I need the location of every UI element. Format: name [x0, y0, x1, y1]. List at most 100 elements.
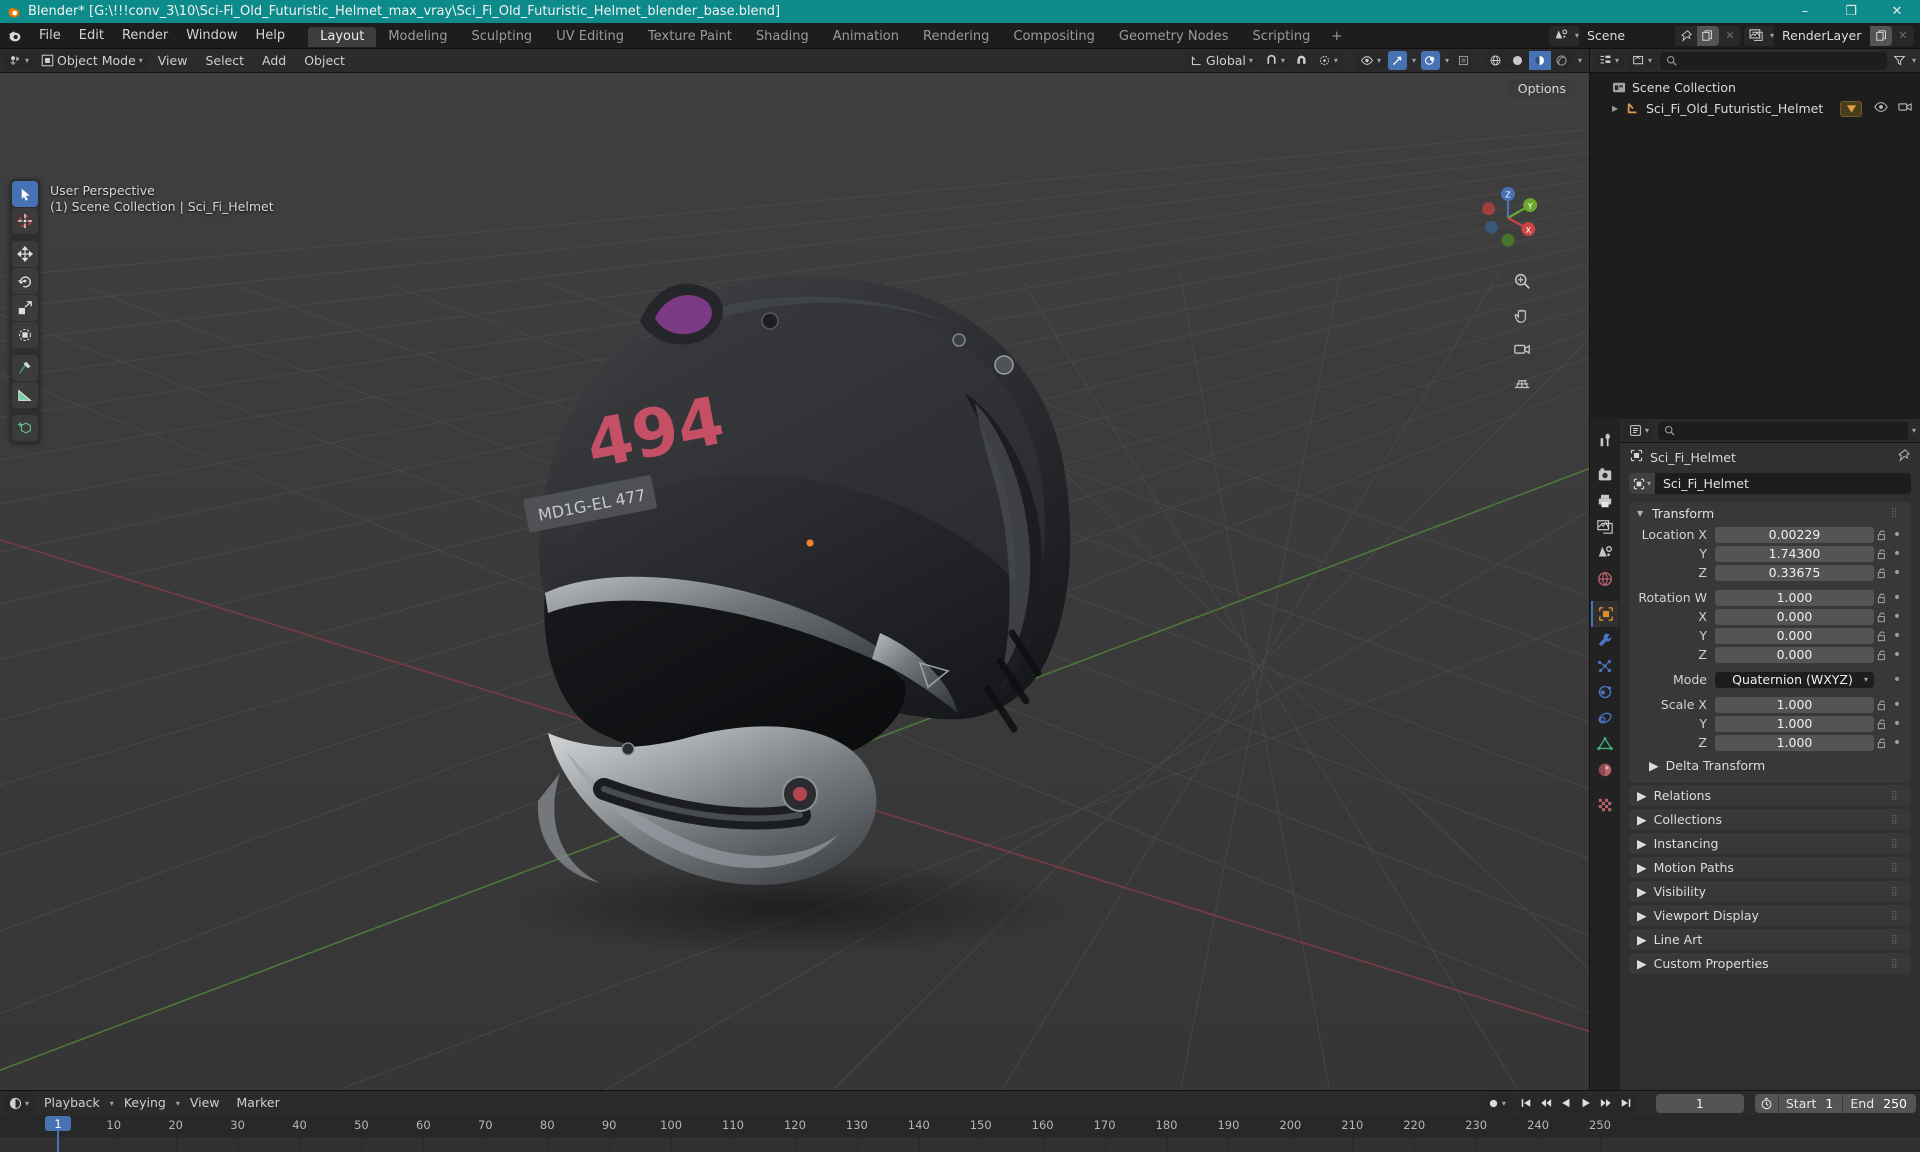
properties-search-input[interactable]: [1658, 421, 1908, 440]
tab-animation[interactable]: Animation: [821, 27, 911, 47]
tab-texture-paint[interactable]: Texture Paint: [636, 27, 744, 47]
animate-dot-icon[interactable]: •: [1891, 629, 1903, 643]
add-workspace-button[interactable]: +: [1322, 27, 1351, 47]
outliner-search-input[interactable]: [1660, 51, 1887, 70]
timeline-menu-view[interactable]: View: [183, 1091, 227, 1115]
drag-handle-icon[interactable]: ⣿: [1891, 887, 1903, 896]
timeline-menu-playback[interactable]: Playback: [37, 1091, 107, 1115]
location-y-value[interactable]: 1.74300: [1715, 545, 1874, 562]
rotation-z-value[interactable]: 0.000: [1715, 646, 1874, 663]
animate-dot-icon[interactable]: •: [1891, 717, 1903, 731]
properties-tab-scene[interactable]: [1591, 540, 1619, 566]
scene-name[interactable]: Scene: [1578, 25, 1675, 46]
playhead-marker[interactable]: 1: [45, 1116, 71, 1131]
stopwatch-icon[interactable]: [1755, 1097, 1778, 1110]
shading-solid-button[interactable]: [1507, 51, 1529, 70]
transform-orientation-selector[interactable]: Global ▾: [1185, 51, 1258, 70]
tab-layout[interactable]: Layout: [308, 27, 377, 47]
tab-shading[interactable]: Shading: [744, 27, 821, 47]
animate-dot-icon[interactable]: •: [1891, 648, 1903, 662]
scale-tool-button[interactable]: [12, 295, 38, 321]
tab-uv-editing[interactable]: UV Editing: [544, 27, 636, 47]
lock-icon[interactable]: [1874, 611, 1891, 623]
tab-compositing[interactable]: Compositing: [1001, 27, 1107, 47]
scene-pin-icon[interactable]: [1675, 26, 1697, 46]
start-frame-value[interactable]: 1: [1823, 1096, 1842, 1111]
viewport-options-button[interactable]: Options: [1508, 79, 1575, 98]
rotate-tool-button[interactable]: [12, 268, 38, 294]
properties-tab-modifiers[interactable]: [1591, 627, 1619, 653]
minimize-button[interactable]: –: [1782, 0, 1828, 23]
tab-sculpting[interactable]: Sculpting: [459, 27, 544, 47]
eye-icon[interactable]: [1874, 101, 1888, 116]
show-gizmo-dropdown[interactable]: ▾: [1354, 51, 1386, 70]
rotation-y-value[interactable]: 0.000: [1715, 627, 1874, 644]
viewport-canvas[interactable]: 494 MD1G-EL 477 User Perspective (1) Sce…: [0, 73, 1589, 1090]
tweak-tool-button[interactable]: [12, 181, 38, 207]
next-keyframe-icon[interactable]: [1596, 1094, 1616, 1113]
snap-toggle[interactable]: ▾: [1259, 51, 1290, 70]
zoom-nav-icon[interactable]: [1509, 268, 1534, 293]
panel-collections[interactable]: ▶ Collections ⣿: [1629, 809, 1911, 830]
scale-x-value[interactable]: 1.000: [1715, 696, 1874, 713]
menu-render[interactable]: Render: [113, 23, 177, 49]
transform-tool-button[interactable]: [12, 322, 38, 348]
scene-selector[interactable]: ▾ Scene ✕: [1548, 25, 1741, 46]
view-layer-new-icon[interactable]: [1870, 25, 1892, 46]
navigation-gizmo[interactable]: Z Y X: [1471, 181, 1545, 255]
auto-keying-toggle[interactable]: ▾: [1480, 1093, 1513, 1113]
location-z-value[interactable]: 0.33675: [1715, 564, 1874, 581]
outliner-editor-type-icon[interactable]: ▾: [1594, 51, 1625, 70]
jump-start-icon[interactable]: [1516, 1094, 1536, 1113]
jump-end-icon[interactable]: [1616, 1094, 1636, 1113]
properties-tab-output[interactable]: [1591, 488, 1619, 514]
annotate-tool-button[interactable]: [12, 355, 38, 381]
panel-relations[interactable]: ▶ Relations ⣿: [1629, 785, 1911, 806]
drag-handle-icon[interactable]: ⣿: [1891, 791, 1903, 800]
panel-line-art[interactable]: ▶ Line Art ⣿: [1629, 929, 1911, 950]
editor-type-icon[interactable]: ▾: [4, 51, 35, 70]
scene-unlink-icon[interactable]: ✕: [1719, 26, 1741, 46]
properties-tab-constraints[interactable]: [1591, 705, 1619, 731]
pin-icon[interactable]: [1897, 449, 1911, 465]
add-cube-tool-button[interactable]: [12, 415, 38, 441]
animate-dot-icon[interactable]: •: [1891, 736, 1903, 750]
drag-handle-icon[interactable]: ⣿: [1891, 509, 1903, 518]
maximize-button[interactable]: ❐: [1828, 0, 1874, 23]
interaction-mode-selector[interactable]: Object Mode ▾: [36, 51, 148, 70]
lock-icon[interactable]: [1874, 592, 1891, 604]
animate-dot-icon[interactable]: •: [1891, 610, 1903, 624]
cone-icon[interactable]: [1840, 100, 1862, 117]
current-frame-field[interactable]: 1: [1655, 1093, 1744, 1113]
panel-viewport-display[interactable]: ▶ Viewport Display ⣿: [1629, 905, 1911, 926]
overlays-icon[interactable]: [1420, 51, 1440, 70]
drag-handle-icon[interactable]: ⣿: [1891, 911, 1903, 920]
shading-wireframe-button[interactable]: [1485, 51, 1507, 70]
ortho-persp-nav-icon[interactable]: [1509, 370, 1534, 395]
properties-options-caret[interactable]: ▾: [1912, 426, 1916, 435]
timeline-track[interactable]: [0, 1137, 1920, 1152]
view-layer-unlink-icon[interactable]: ✕: [1892, 26, 1914, 46]
animate-dot-icon[interactable]: •: [1891, 698, 1903, 712]
shading-material-preview-button[interactable]: [1528, 51, 1551, 70]
properties-tab-texture[interactable]: [1591, 792, 1619, 818]
move-tool-button[interactable]: [12, 241, 38, 267]
gizmo-icon[interactable]: [1387, 51, 1407, 70]
viewport-menu-object[interactable]: Object: [296, 49, 353, 73]
outliner-row-scene-collection[interactable]: Scene Collection: [1590, 77, 1920, 98]
animate-dot-icon[interactable]: •: [1891, 566, 1903, 580]
shading-rendered-button[interactable]: [1551, 51, 1573, 70]
proportional-edit-toggle[interactable]: ▾: [1312, 51, 1343, 70]
lock-icon[interactable]: [1874, 699, 1891, 711]
drag-handle-icon[interactable]: ⣿: [1891, 863, 1903, 872]
viewport-menu-select[interactable]: Select: [197, 49, 252, 73]
outliner-display-mode[interactable]: ▾: [1627, 51, 1658, 70]
object-expander[interactable]: ▶: [1612, 104, 1626, 113]
tab-rendering[interactable]: Rendering: [911, 27, 1001, 47]
tab-modeling[interactable]: Modeling: [376, 27, 459, 47]
animate-dot-icon[interactable]: •: [1891, 673, 1903, 687]
viewport-menu-view[interactable]: View: [150, 49, 196, 73]
rotation-w-value[interactable]: 1.000: [1715, 589, 1874, 606]
filter-caret[interactable]: ▾: [1912, 56, 1916, 65]
viewport-menu-add[interactable]: Add: [254, 49, 294, 73]
